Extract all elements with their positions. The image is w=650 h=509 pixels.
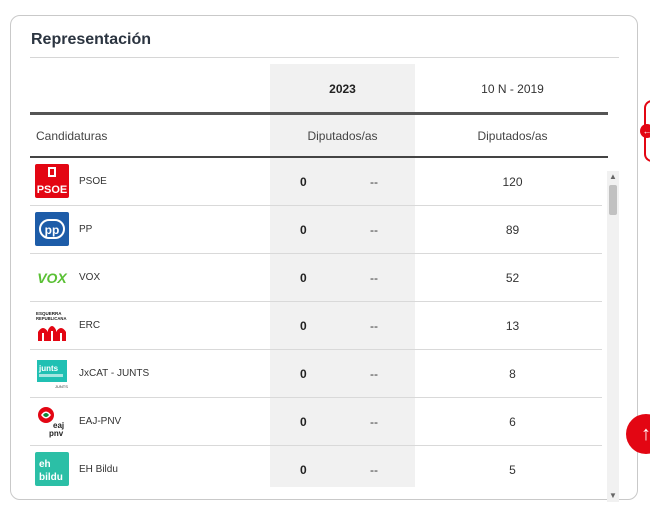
section-title: Representación xyxy=(31,31,152,48)
seats-2023: 0 xyxy=(300,367,307,381)
psoe-logo-icon: PSOE xyxy=(35,164,69,198)
arrow-left-icon[interactable]: ← xyxy=(640,124,650,138)
seats-2023: 0 xyxy=(300,415,307,429)
party-name: EAJ-PNV xyxy=(79,416,122,427)
table-scrollbar[interactable]: ▲ ▼ xyxy=(607,171,619,502)
seats-2023: 0 xyxy=(300,223,307,237)
party-name: EH Bildu xyxy=(79,464,118,475)
seats-2023: 0 xyxy=(300,271,307,285)
seats-2019: 89 xyxy=(505,223,520,237)
arrow-up-icon: ↑ xyxy=(641,423,650,445)
svg-text:JUNTS: JUNTS xyxy=(55,384,68,389)
seats-2023: 0 xyxy=(300,175,307,189)
svg-text:junts: junts xyxy=(38,364,59,373)
table-row: PSOE PSOE 0 -- 120 xyxy=(30,158,602,206)
column-header-diputados-2023: Diputados/as xyxy=(307,129,378,143)
bildu-logo-icon: eh bildu xyxy=(35,452,69,486)
seats-2019: 5 xyxy=(509,463,516,477)
table-row: pp PP 0 -- 89 xyxy=(30,206,602,254)
seats-2019: 52 xyxy=(505,271,520,285)
year-2023-header: 2023 xyxy=(329,82,356,96)
pnv-logo-icon: eaj pnv xyxy=(35,404,69,438)
party-name: JxCAT - JUNTS xyxy=(79,368,150,379)
seats-2019: 6 xyxy=(509,415,516,429)
pp-logo-icon: pp xyxy=(35,212,69,246)
svg-text:REPUBLICANA: REPUBLICANA xyxy=(36,316,66,321)
junts-logo-icon: junts JUNTS xyxy=(35,356,69,390)
triangle-down-icon[interactable]: ▼ xyxy=(607,490,619,502)
party-name: VOX xyxy=(79,272,101,283)
table-row: ESQUERRA REPUBLICANA ERC 0 -- 13 xyxy=(30,302,602,350)
party-name: PSOE xyxy=(79,176,107,187)
seats-2019: 13 xyxy=(505,319,520,333)
table-row: eaj pnv EAJ-PNV 0 -- 6 xyxy=(30,398,602,446)
column-header-candidaturas: Candidaturas xyxy=(36,129,108,143)
seats-diff: -- xyxy=(370,463,378,477)
seats-diff: -- xyxy=(370,223,378,237)
vox-logo-icon: VOX xyxy=(35,260,69,294)
party-name: ERC xyxy=(79,320,101,331)
svg-text:pnv: pnv xyxy=(49,429,64,438)
seats-2019: 120 xyxy=(502,175,523,189)
seats-diff: -- xyxy=(370,415,378,429)
results-table-body[interactable]: PSOE PSOE 0 -- 120 pp PP 0 -- 89 VOX VOX… xyxy=(30,158,610,487)
representation-card: Representación 2023 10 N - 2019 Candidat… xyxy=(10,15,638,502)
seats-diff: -- xyxy=(370,175,378,189)
svg-text:VOX: VOX xyxy=(37,270,68,286)
year-2019-header: 10 N - 2019 xyxy=(481,82,544,96)
seats-diff: -- xyxy=(370,319,378,333)
table-row: eh bildu EH Bildu 0 -- 5 xyxy=(30,446,602,487)
svg-text:PSOE: PSOE xyxy=(37,184,68,196)
seats-diff: -- xyxy=(370,271,378,285)
title-divider xyxy=(30,57,619,58)
svg-text:bildu: bildu xyxy=(39,472,63,483)
table-row: junts JUNTS JxCAT - JUNTS 0 -- 8 xyxy=(30,350,602,398)
seats-2023: 0 xyxy=(300,319,307,333)
seats-2019: 8 xyxy=(509,367,516,381)
header-divider xyxy=(30,112,608,115)
seats-2023: 0 xyxy=(300,463,307,477)
seats-diff: -- xyxy=(370,367,378,381)
column-header-diputados-2019: Diputados/as xyxy=(477,129,548,143)
scrollbar-thumb[interactable] xyxy=(609,185,617,215)
erc-logo-icon: ESQUERRA REPUBLICANA xyxy=(35,308,69,342)
svg-text:eh: eh xyxy=(39,459,51,470)
party-name: PP xyxy=(79,224,93,235)
triangle-up-icon[interactable]: ▲ xyxy=(607,171,619,183)
svg-text:pp: pp xyxy=(45,223,60,237)
side-panel-tab[interactable]: ← xyxy=(640,100,650,162)
table-row: VOX VOX 0 -- 52 xyxy=(30,254,602,302)
